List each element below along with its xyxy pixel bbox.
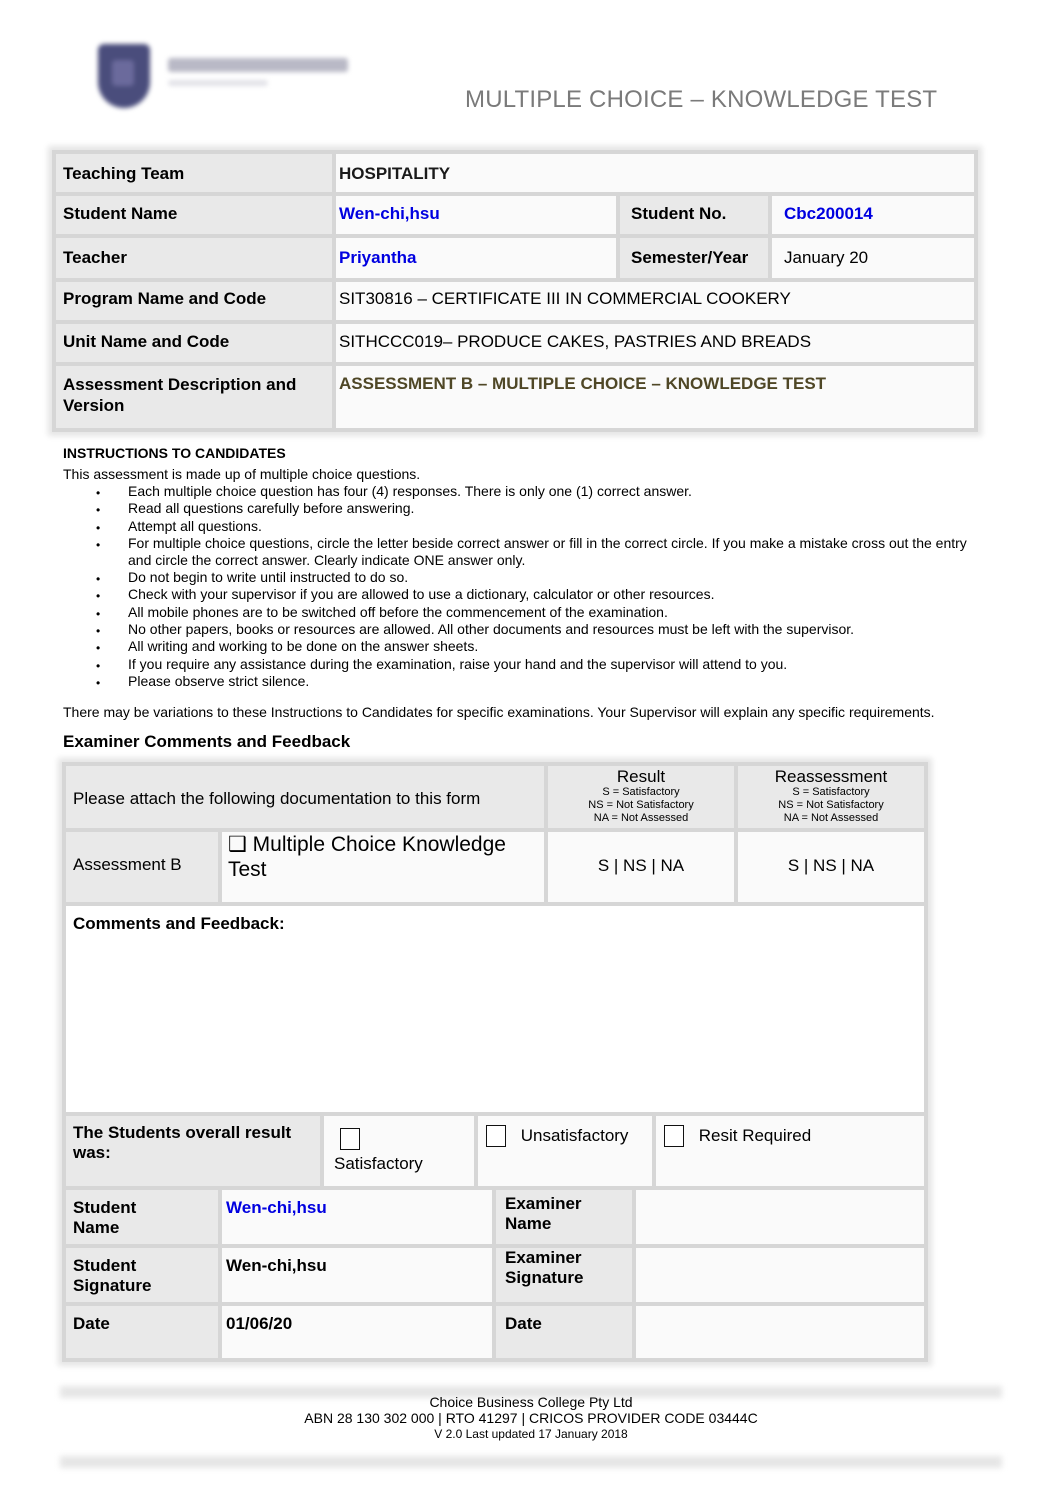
legend-na: NA = Not Assessed	[593, 812, 689, 824]
resit-checkbox[interactable]	[664, 1125, 684, 1147]
legend-s: S = Satisfactory	[602, 786, 680, 798]
examiner-date-label: Date	[496, 1306, 632, 1358]
instructions-list: Each multiple choice question has four (…	[96, 483, 986, 692]
assessment-info-table: Teaching Team HOSPITALITY Student Name W…	[52, 150, 978, 432]
legend-ns: NS = Not Satisfactory	[588, 799, 694, 811]
teaching-team-value[interactable]: HOSPITALITY	[336, 154, 974, 192]
instruction-item: Do not begin to write until instructed t…	[96, 569, 986, 588]
label-cell-fill	[166, 1248, 218, 1302]
semester-label: Semester/Year	[620, 238, 768, 278]
label-cell-fill	[596, 1190, 632, 1244]
satisfactory-checkbox[interactable]	[340, 1128, 360, 1150]
unsatisfactory-checkbox[interactable]	[486, 1125, 506, 1147]
instruction-item: Read all questions carefully before answ…	[96, 500, 986, 519]
legend-ns: NS = Not Satisfactory	[778, 799, 884, 811]
result-heading: Result	[616, 767, 666, 786]
examiner-date-field[interactable]	[636, 1306, 924, 1358]
student-name-label: Student Name	[66, 1190, 166, 1244]
comments-label: Comments and Feedback:	[73, 914, 285, 933]
instruction-item: Please observe strict silence.	[96, 673, 986, 692]
assessment-desc-label: Assessment Description and Version	[56, 366, 332, 428]
semester-value[interactable]: January 20	[772, 238, 974, 278]
unit-label: Unit Name and Code	[56, 324, 332, 362]
instruction-item: Attempt all questions.	[96, 518, 986, 537]
result-header: Result S = Satisfactory NS = Not Satisfa…	[548, 766, 734, 828]
examiner-signature-field[interactable]	[636, 1248, 924, 1302]
instructions-note: There may be variations to these Instruc…	[63, 704, 935, 720]
assessment-item-checkbox[interactable]: ❑ Multiple Choice Knowledge Test	[222, 832, 544, 902]
student-signature-label: Student Signature	[66, 1248, 166, 1302]
examiner-name-field[interactable]	[636, 1190, 924, 1244]
teacher-value[interactable]: Priyantha	[336, 238, 616, 278]
logo-tagline	[168, 80, 268, 86]
examiner-name-label: Examiner Name	[496, 1190, 596, 1244]
student-no-value[interactable]: Cbc200014	[772, 196, 974, 234]
program-value[interactable]: SIT30816 – CERTIFICATE III IN COMMERCIAL…	[336, 282, 974, 320]
student-name-value[interactable]: Wen-chi,hsu	[336, 196, 616, 234]
student-name-field[interactable]: Wen-chi,hsu	[222, 1190, 492, 1244]
student-date-label: Date	[66, 1306, 218, 1358]
footer-divider-bottom	[60, 1456, 1002, 1468]
legend-s: S = Satisfactory	[792, 786, 870, 798]
page-footer: Choice Business College Pty Ltd ABN 28 1…	[0, 1394, 1062, 1442]
instruction-item: All mobile phones are to be switched off…	[96, 604, 986, 623]
shield-icon	[98, 44, 150, 108]
label-cell-fill	[596, 1248, 632, 1302]
assessment-desc-value[interactable]: ASSESSMENT B – MULTIPLE CHOICE – KNOWLED…	[336, 366, 974, 428]
reassessment-options[interactable]: S | NS | NA	[738, 832, 924, 902]
label-cell-fill	[166, 1190, 218, 1244]
assessment-b-label: Assessment B	[66, 832, 218, 902]
instruction-item: Each multiple choice question has four (…	[96, 483, 986, 502]
logo-wordmark	[168, 58, 348, 72]
examiner-signature-label: Examiner Signature	[496, 1248, 596, 1302]
document-title: MULTIPLE CHOICE – KNOWLEDGE TEST	[465, 86, 938, 113]
resit-label: Resit Required	[698, 1126, 812, 1145]
satisfactory-label: Satisfactory	[334, 1154, 423, 1173]
option-unsatisfactory[interactable]: Unsatisfactory	[478, 1116, 652, 1186]
result-options[interactable]: S | NS | NA	[548, 832, 734, 902]
instruction-item: No other papers, books or resources are …	[96, 621, 986, 640]
student-date-field[interactable]: 01/06/20	[222, 1306, 492, 1358]
examiner-feedback-table: Please attach the following documentatio…	[62, 762, 928, 1362]
student-name-label: Student Name	[56, 196, 332, 234]
option-satisfactory[interactable]: Satisfactory	[324, 1116, 474, 1186]
option-resit[interactable]: Resit Required	[656, 1116, 924, 1186]
teaching-team-label: Teaching Team	[56, 154, 332, 192]
instruction-item: All writing and working to be done on th…	[96, 638, 986, 657]
reassessment-header: Reassessment S = Satisfactory NS = Not S…	[738, 766, 924, 828]
legend-na: NA = Not Assessed	[783, 812, 879, 824]
instructions-intro: This assessment is made up of multiple c…	[63, 466, 421, 482]
instruction-item: Check with your supervisor if you are al…	[96, 586, 986, 605]
instructions-heading: INSTRUCTIONS TO CANDIDATES	[63, 445, 286, 461]
footer-company: Choice Business College Pty Ltd	[429, 1394, 633, 1410]
examiner-heading: Examiner Comments and Feedback	[63, 732, 351, 751]
footer-codes: ABN 28 130 302 000 | RTO 41297 | CRICOS …	[304, 1410, 758, 1426]
footer-version: V 2.0 Last updated 17 January 2018	[434, 1427, 628, 1441]
reassessment-heading: Reassessment	[774, 767, 888, 786]
instruction-item: For multiple choice questions, circle th…	[96, 535, 986, 569]
instruction-item: If you require any assistance during the…	[96, 656, 986, 675]
student-no-label: Student No.	[620, 196, 768, 234]
student-signature-field[interactable]: Wen-chi,hsu	[222, 1248, 492, 1302]
unit-value[interactable]: SITHCCC019– PRODUCE CAKES, PASTRIES AND …	[336, 324, 974, 362]
attach-instruction: Please attach the following documentatio…	[66, 766, 544, 828]
comments-box[interactable]: Comments and Feedback:	[66, 906, 924, 1112]
college-logo	[94, 42, 364, 112]
program-label: Program Name and Code	[56, 282, 332, 320]
teacher-label: Teacher	[56, 238, 332, 278]
overall-result-label: The Students overall result was:	[66, 1116, 320, 1186]
unsatisfactory-label: Unsatisfactory	[520, 1126, 629, 1145]
